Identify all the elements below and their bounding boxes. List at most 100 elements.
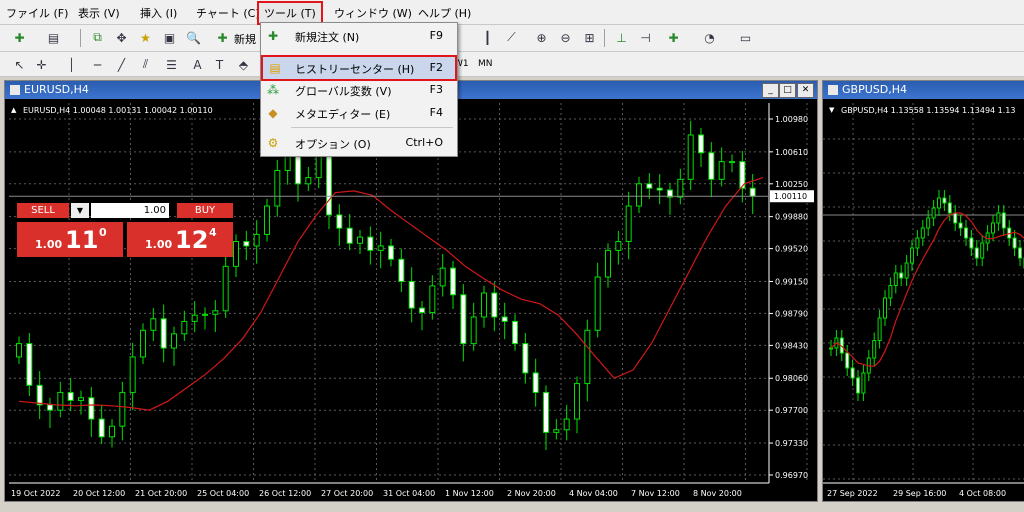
vertical-line-icon[interactable]: │ [62,55,81,74]
candle-body [119,391,126,427]
candle-body [829,347,833,350]
candle-body [274,169,281,207]
candle-body [150,318,157,331]
candle-body [931,207,936,219]
menu-window[interactable]: ウィンドウ (W) [334,5,412,21]
strategy-tester-icon[interactable]: 🔍 [184,28,203,47]
data-window-icon[interactable]: ✥ [112,28,131,47]
templates-icon[interactable]: ▭ [736,28,755,47]
chart-shift-icon[interactable]: ⊣ [636,28,655,47]
tile-windows-icon[interactable]: ⊞ [580,28,599,47]
candle-body [958,222,963,229]
gbpusd-chart[interactable]: 27 Sep 2022 29 Sep 16:00 4 Oct 08:00 [823,99,1024,501]
price-tick-label: 1.00610 [775,148,808,157]
menu-view[interactable]: 表示 (V) [78,5,120,21]
menu-insert[interactable]: 挿入 (I) [140,5,177,21]
equidistant-channel-icon[interactable]: ⫽ [136,55,155,74]
candle-body [305,177,312,185]
candle-body [67,391,74,401]
menu-item-history-center[interactable]: ▤ ヒストリーセンター (H) F2 [261,55,457,81]
price-tick-label: 1.00980 [775,115,808,124]
maximize-button[interactable]: □ [779,83,796,98]
candle-body [439,267,446,287]
minimize-button[interactable]: _ [762,83,779,98]
zoom-in-icon[interactable]: ⊕ [532,28,551,47]
candle-body [850,367,855,379]
candle-body [888,285,893,299]
menu-file[interactable]: ファイル (F) [6,5,68,21]
trendline-icon[interactable]: ╱ [112,55,131,74]
volume-input[interactable]: 1.00 [91,203,169,218]
menu-item-metaeditor[interactable]: ◆ メタエディター (E) F4 [261,102,457,124]
terminal-icon[interactable]: ▣ [160,28,179,47]
text-icon[interactable]: A [188,55,207,74]
buy-button[interactable]: BUY [177,203,233,218]
navigator-icon[interactable]: ★ [136,28,155,47]
global-variables-icon: ⁂ [267,83,279,97]
candle-body [687,134,694,180]
candle-body [543,391,549,433]
candle-body [845,352,850,369]
profiles-icon[interactable]: ▤ [44,28,63,47]
menu-item-global-variables[interactable]: ⁂ グローバル変数 (V) F3 [261,79,457,101]
candle-body [883,297,887,319]
text-label-icon[interactable]: T [210,55,229,74]
candle-body [78,397,84,401]
menu-chart[interactable]: チャート (C) [196,5,260,21]
candlestick-icon[interactable]: ┃ [478,28,497,47]
new-chart-icon[interactable]: ✚ [10,28,29,47]
crosshair-icon[interactable]: ✛ [32,55,51,74]
drawing-toolbar: ↖ ✛ │ ─ ╱ ⫽ ☰ A T ⬘ W1 MN [0,52,1024,77]
candle-body [501,316,508,322]
menu-help[interactable]: ヘルプ (H) [418,5,471,21]
candle-body [749,187,756,197]
candle-body [920,227,925,239]
market-watch-icon[interactable]: ⧉ [88,28,107,47]
time-tick-label: 4 Oct 08:00 [959,489,1006,498]
ask-price-button[interactable]: 1.00 12 4 [127,222,233,257]
candle-body [615,241,622,251]
bid-big-figure: 11 [65,226,99,254]
candle-body [729,161,735,164]
eurusd-chart[interactable]: 1.00980 1.00610 1.00250 0.99880 0.99520 0.991… [5,99,817,501]
autoscroll-icon[interactable]: ⊥ [612,28,631,47]
candle-body [202,313,208,316]
bid-pipette: 0 [99,226,107,239]
candle-body [947,202,952,214]
time-tick-label: 27 Oct 20:00 [321,489,373,498]
current-price-label: 1.00110 [774,192,807,201]
candle-body [605,249,611,278]
candle-body [367,236,374,251]
candle-body [419,307,425,314]
menu-item-shortcut: Ctrl+O [405,136,443,149]
menu-item-new-order[interactable]: ✚ 新規注文 (N) F9 [261,25,457,47]
zoom-out-icon[interactable]: ⊖ [556,28,575,47]
bid-price-button[interactable]: 1.00 11 0 [17,222,123,257]
new-order-icon[interactable]: ✚ [213,28,232,47]
ask-lot: 1.00 [145,238,173,251]
tools-dropdown-menu: ✚ 新規注文 (N) F9 ▤ ヒストリーセンター (H) F2 ⁂ グローバル… [260,22,458,157]
fibonacci-icon[interactable]: ☰ [162,55,181,74]
price-tick-label: 0.98060 [775,374,808,383]
new-order-button[interactable]: 新規 [234,31,256,47]
candle-body [429,285,436,314]
line-chart-icon[interactable]: ⟋ [502,28,521,47]
cursor-icon[interactable]: ↖ [10,55,29,74]
periods-icon[interactable]: ◔ [700,28,719,47]
candle-body [893,272,898,286]
horizontal-line-icon[interactable]: ─ [88,55,107,74]
volume-dropdown-icon[interactable]: ▼ [71,203,89,218]
candle-body [450,267,456,296]
arrows-icon[interactable]: ⬘ [234,55,253,74]
indicators-icon[interactable]: ✚ [664,28,683,47]
candle-body [553,429,560,433]
time-tick-label: 2 Nov 20:00 [507,489,556,498]
timeframe-mn-button[interactable]: MN [476,56,495,72]
time-tick-label: 27 Sep 2022 [827,489,878,498]
candle-body [388,245,394,260]
sell-button[interactable]: SELL [17,203,69,218]
candle-body [594,276,601,331]
close-button[interactable]: ✕ [797,83,814,98]
candle-body [522,343,529,374]
menu-item-options[interactable]: ⚙ オプション (O) Ctrl+O [261,132,457,154]
